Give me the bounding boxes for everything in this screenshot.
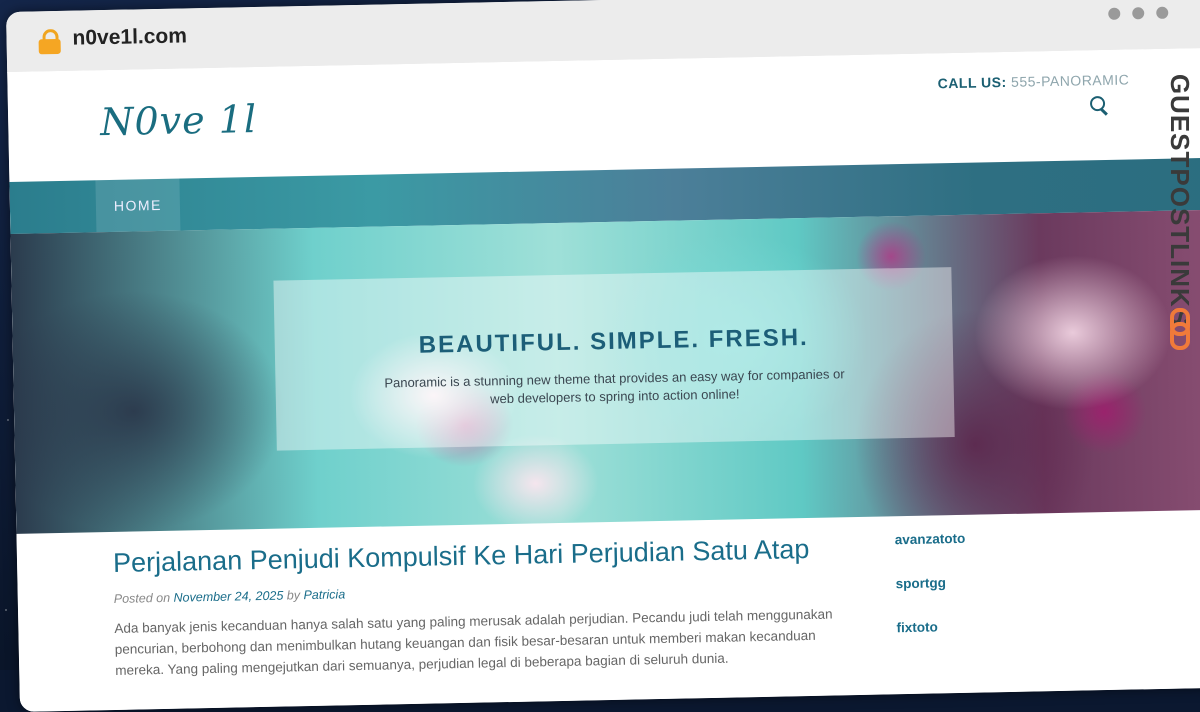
- watermark-text: GUESTPOSTLINKS: [1165, 73, 1195, 327]
- lock-icon: [38, 28, 61, 55]
- hero-subtitle: Panoramic is a stunning new theme that p…: [384, 366, 845, 407]
- sidebar-link[interactable]: sportgg: [896, 575, 947, 591]
- window-dot-icon[interactable]: [1156, 6, 1169, 19]
- sidebar-link[interactable]: avanzatoto: [895, 531, 966, 547]
- post-title[interactable]: Perjalanan Penjudi Kompulsif Ke Hari Per…: [113, 534, 810, 579]
- window-dot-icon[interactable]: [1132, 7, 1145, 20]
- call-label: CALL US:: [937, 73, 1007, 92]
- search-icon[interactable]: [1089, 95, 1108, 116]
- call-us-text: CALL US: 555-PANORAMIC: [937, 71, 1129, 91]
- call-number: 555-PANORAMIC: [1010, 71, 1130, 90]
- post-author[interactable]: Patricia: [303, 587, 345, 602]
- hero-banner: BEAUTIFUL. SIMPLE. FRESH. Panoramic is a…: [10, 209, 1200, 534]
- sidebar-link[interactable]: fixtoto: [896, 619, 938, 635]
- web-page: N0ve 1l CALL US: 555-PANORAMIC HOME BEAU…: [7, 47, 1200, 712]
- hero-caption-box: BEAUTIFUL. SIMPLE. FRESH. Panoramic is a…: [273, 267, 955, 451]
- hero-title: BEAUTIFUL. SIMPLE. FRESH.: [418, 323, 809, 359]
- browser-window: n0ve1l.com N0ve 1l CALL US: 555-PANORAMI…: [6, 0, 1200, 712]
- by-label: by: [286, 588, 301, 603]
- chain-link-icon: [1166, 308, 1194, 350]
- site-logo[interactable]: N0ve 1l: [100, 97, 258, 144]
- address-bar[interactable]: n0ve1l.com: [72, 24, 187, 50]
- post-meta: Posted on November 24, 2025 by Patricia: [114, 587, 346, 606]
- window-controls: [1108, 6, 1169, 20]
- posted-on-label: Posted on: [113, 590, 171, 606]
- post-date[interactable]: November 24, 2025: [173, 589, 283, 605]
- post-body: Ada banyak jenis kecanduan hanya salah s…: [114, 606, 833, 678]
- nav-item-home[interactable]: HOME: [95, 178, 181, 233]
- window-dot-icon[interactable]: [1108, 7, 1121, 20]
